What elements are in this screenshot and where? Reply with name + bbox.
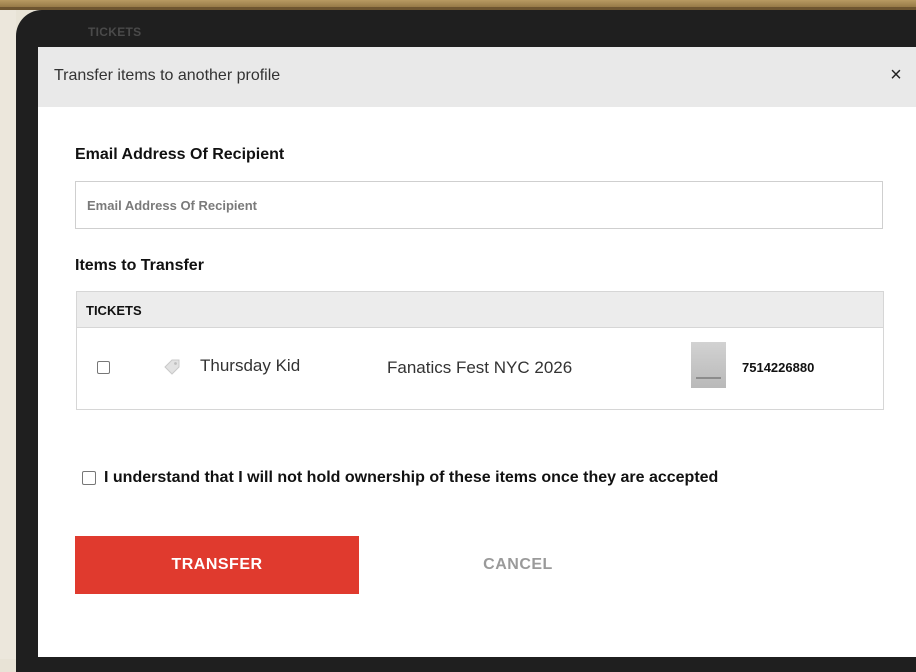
modal-title: Transfer items to another profile <box>54 67 281 84</box>
tickets-table-header: TICKETS <box>77 292 883 328</box>
close-icon[interactable]: × <box>884 61 908 89</box>
top-decorative-band <box>0 0 916 10</box>
acknowledgement-checkbox[interactable] <box>82 471 96 485</box>
event-name: Fanatics Fest NYC 2026 <box>387 358 573 377</box>
ticket-number: 7514226880 <box>742 360 815 375</box>
left-background-strip <box>0 10 16 659</box>
transfer-modal: Transfer items to another profile × Emai… <box>38 47 916 657</box>
tickets-header-label: TICKETS <box>86 303 142 318</box>
ticket-select-checkbox[interactable] <box>97 361 110 374</box>
transfer-button[interactable]: TRANSFER <box>75 536 359 594</box>
ticket-thumbnail <box>691 342 726 388</box>
email-field-label: Email Address Of Recipient <box>75 146 285 163</box>
ticket-name: Thursday Kid <box>200 356 301 375</box>
tag-icon <box>164 359 180 375</box>
cancel-button[interactable]: CANCEL <box>408 536 628 594</box>
modal-header: Transfer items to another profile × <box>38 47 916 107</box>
items-to-transfer-label: Items to Transfer <box>75 257 204 274</box>
acknowledgement-label: I understand that I will not hold owners… <box>104 469 719 486</box>
tickets-table: TICKETS Thursday Kid Fanatics Fest NYC 2… <box>76 291 884 410</box>
email-field[interactable] <box>75 181 883 229</box>
background-tickets-label: TICKETS <box>88 25 142 39</box>
